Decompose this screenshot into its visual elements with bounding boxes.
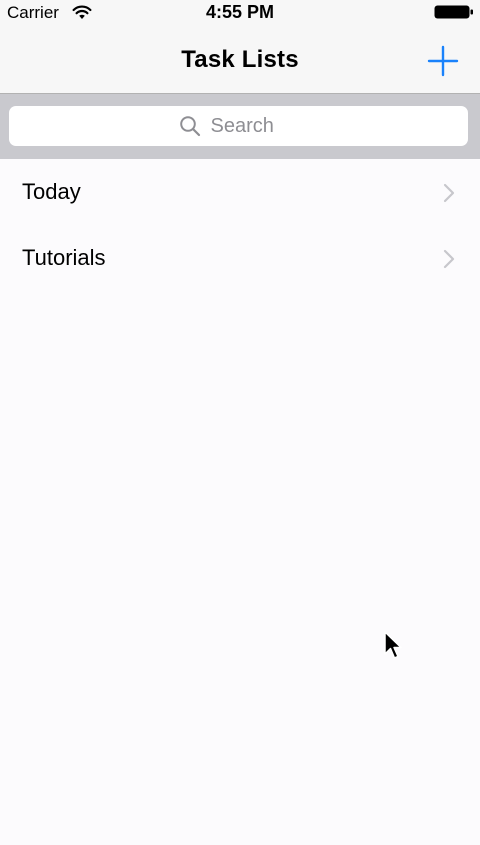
- search-icon: [179, 116, 200, 137]
- status-time: 4:55 PM: [205, 2, 275, 22]
- chevron-right-icon: [443, 183, 455, 203]
- search-bar: [0, 94, 480, 159]
- task-lists: Today Tutorials: [0, 160, 480, 292]
- battery-icon: [434, 5, 473, 19]
- search-field-content: [9, 106, 468, 146]
- mouse-pointer-icon: [384, 631, 402, 659]
- add-list-button[interactable]: [426, 44, 460, 78]
- list-item-today[interactable]: Today: [0, 160, 480, 226]
- search-field[interactable]: [9, 106, 468, 146]
- page-title: Task Lists: [181, 46, 299, 73]
- list-item-label: Tutorials: [22, 245, 106, 270]
- navigation-bar: Task Lists: [0, 26, 480, 94]
- plus-icon: [427, 45, 459, 77]
- list-item-tutorials[interactable]: Tutorials: [0, 226, 480, 292]
- list-item-label: Today: [22, 179, 81, 204]
- chevron-right-icon: [443, 249, 455, 269]
- status-bar: Carrier 4:55 PM: [0, 0, 480, 26]
- search-input[interactable]: [210, 114, 291, 138]
